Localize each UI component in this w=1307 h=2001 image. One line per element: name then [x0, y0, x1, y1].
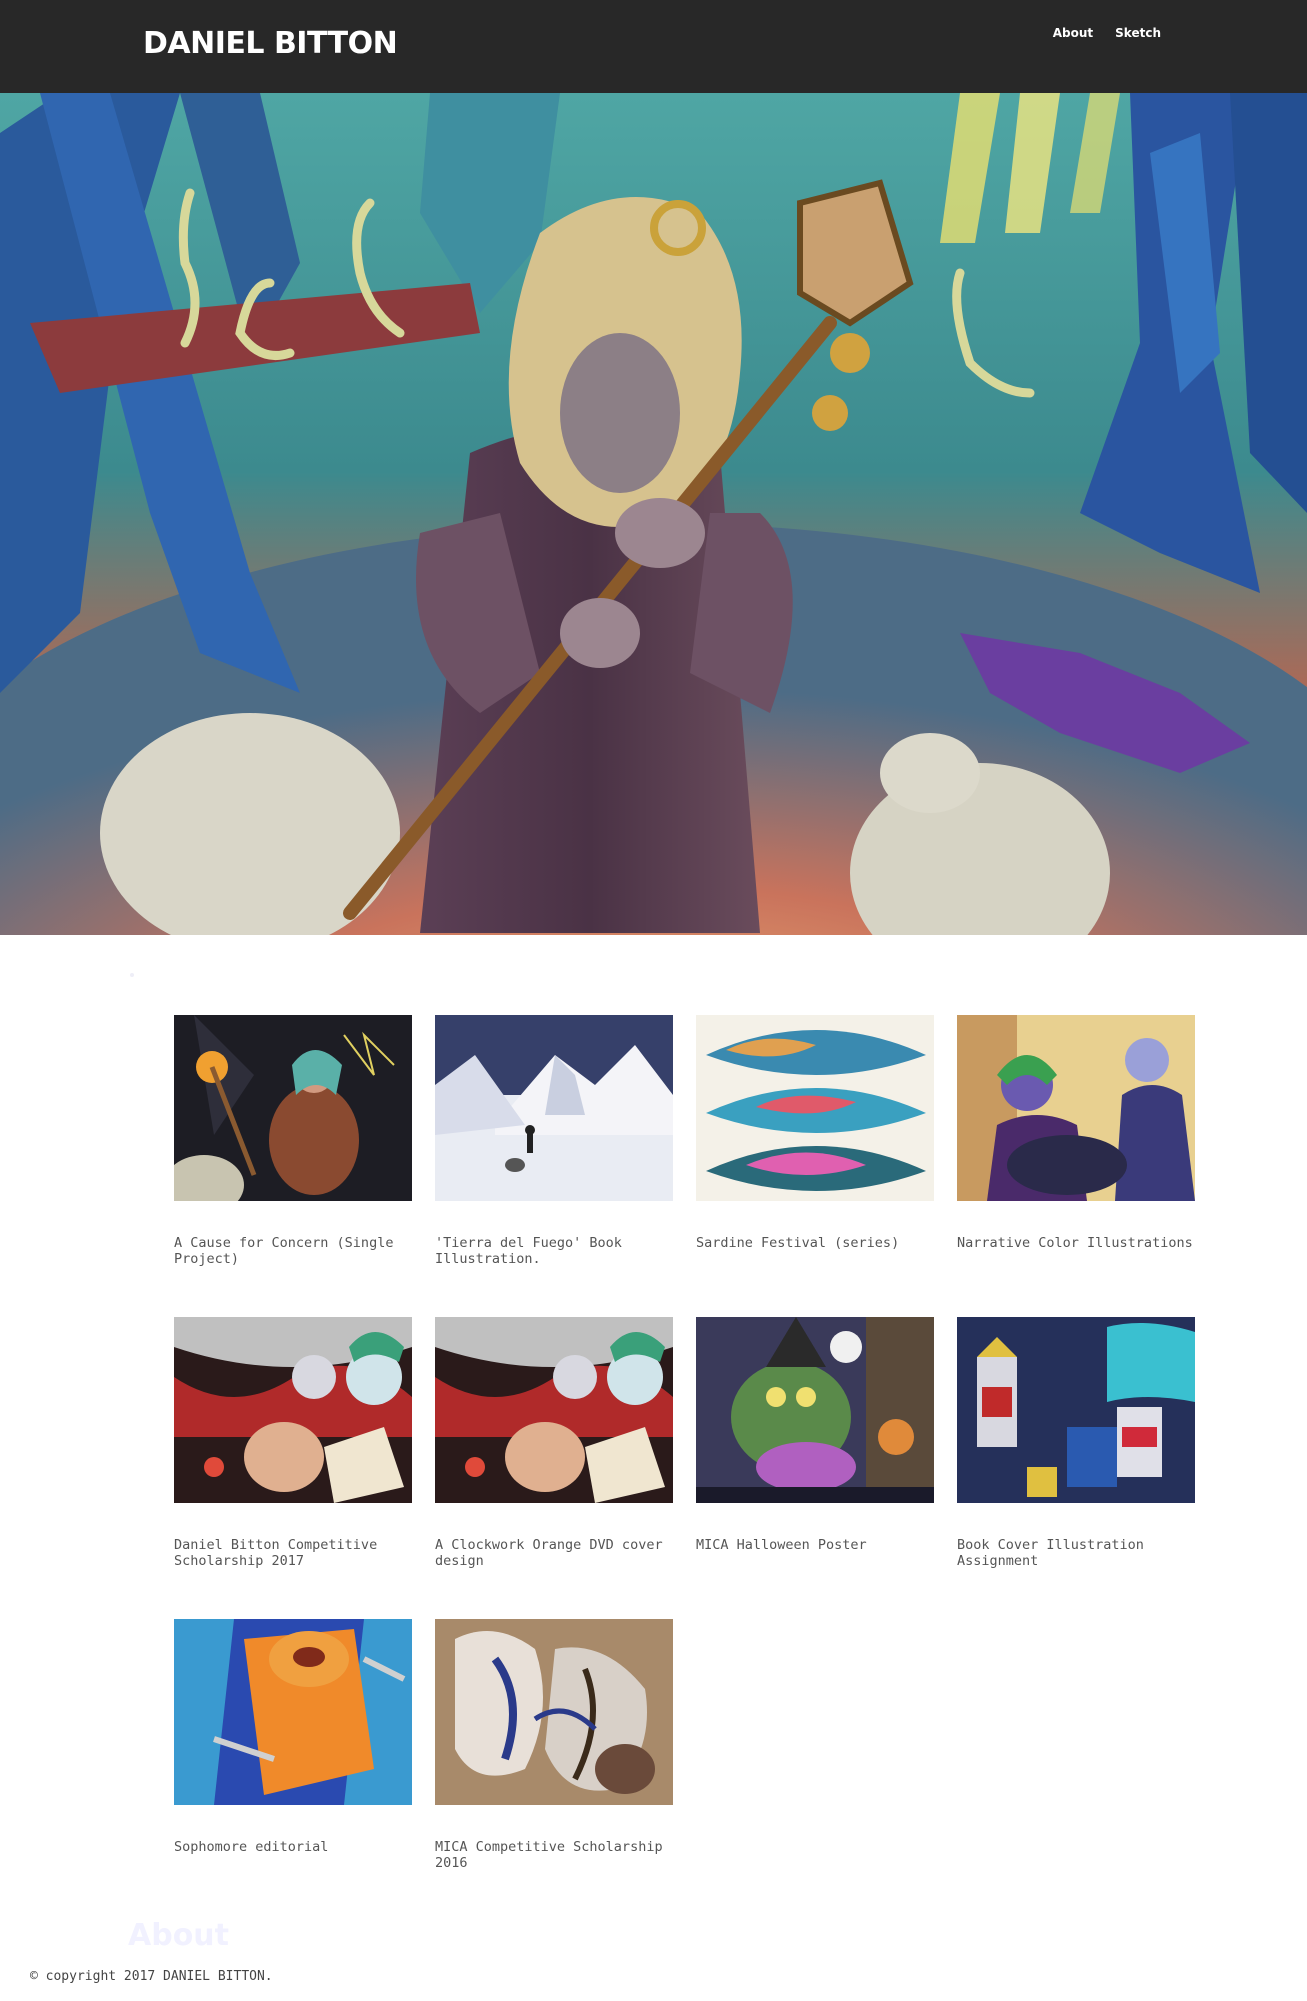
project-card[interactable]: A Cause for Concern (Single Project): [174, 1015, 412, 1267]
project-card[interactable]: Sophomore editorial: [174, 1619, 412, 1855]
project-title[interactable]: A Cause for Concern (Single Project): [174, 1235, 412, 1267]
project-thumbnail[interactable]: [957, 1317, 1195, 1503]
project-title[interactable]: Daniel Bitton Competitive Scholarship 20…: [174, 1537, 412, 1569]
project-title[interactable]: Narrative Color Illustrations: [957, 1235, 1195, 1251]
project-card[interactable]: Narrative Color Illustrations: [957, 1015, 1195, 1251]
project-thumbnail[interactable]: [174, 1317, 412, 1503]
project-title[interactable]: A Clockwork Orange DVD cover design: [435, 1537, 673, 1569]
project-title[interactable]: Sardine Festival (series): [696, 1235, 934, 1251]
about-section-heading: About: [128, 1918, 230, 1953]
decorative-dot: [130, 973, 134, 977]
project-thumbnail[interactable]: [957, 1015, 1195, 1201]
project-thumbnail[interactable]: [435, 1015, 673, 1201]
project-thumbnail[interactable]: [696, 1317, 934, 1503]
project-card[interactable]: 'Tierra del Fuego' Book Illustration.: [435, 1015, 673, 1267]
project-title[interactable]: MICA Competitive Scholarship 2016: [435, 1839, 673, 1871]
project-card[interactable]: MICA Competitive Scholarship 2016: [435, 1619, 673, 1871]
project-thumbnail[interactable]: [435, 1317, 673, 1503]
site-header: DANIEL BITTON About Sketch: [0, 0, 1307, 93]
project-thumbnail[interactable]: [696, 1015, 934, 1201]
nav-link-about[interactable]: About: [1053, 26, 1093, 40]
main-nav: About Sketch: [1053, 26, 1161, 40]
project-card[interactable]: Book Cover Illustration Assignment: [957, 1317, 1195, 1569]
project-title[interactable]: 'Tierra del Fuego' Book Illustration.: [435, 1235, 673, 1267]
hero-illustration: [0, 93, 1307, 935]
project-title[interactable]: MICA Halloween Poster: [696, 1537, 934, 1553]
nav-link-sketch[interactable]: Sketch: [1115, 26, 1161, 40]
site-title-link[interactable]: DANIEL BITTON: [143, 26, 398, 61]
project-thumbnail[interactable]: [174, 1015, 412, 1201]
copyright-text: © copyright 2017 DANIEL BITTON.: [30, 1969, 273, 1984]
project-title[interactable]: Sophomore editorial: [174, 1839, 412, 1855]
project-card[interactable]: A Clockwork Orange DVD cover design: [435, 1317, 673, 1569]
project-thumbnail[interactable]: [174, 1619, 412, 1805]
page: DANIEL BITTON About Sketch A Cause for C…: [0, 0, 1307, 2001]
project-card[interactable]: Daniel Bitton Competitive Scholarship 20…: [174, 1317, 412, 1569]
project-card[interactable]: MICA Halloween Poster: [696, 1317, 934, 1553]
project-title[interactable]: Book Cover Illustration Assignment: [957, 1537, 1195, 1569]
project-card[interactable]: Sardine Festival (series): [696, 1015, 934, 1251]
project-thumbnail[interactable]: [435, 1619, 673, 1805]
